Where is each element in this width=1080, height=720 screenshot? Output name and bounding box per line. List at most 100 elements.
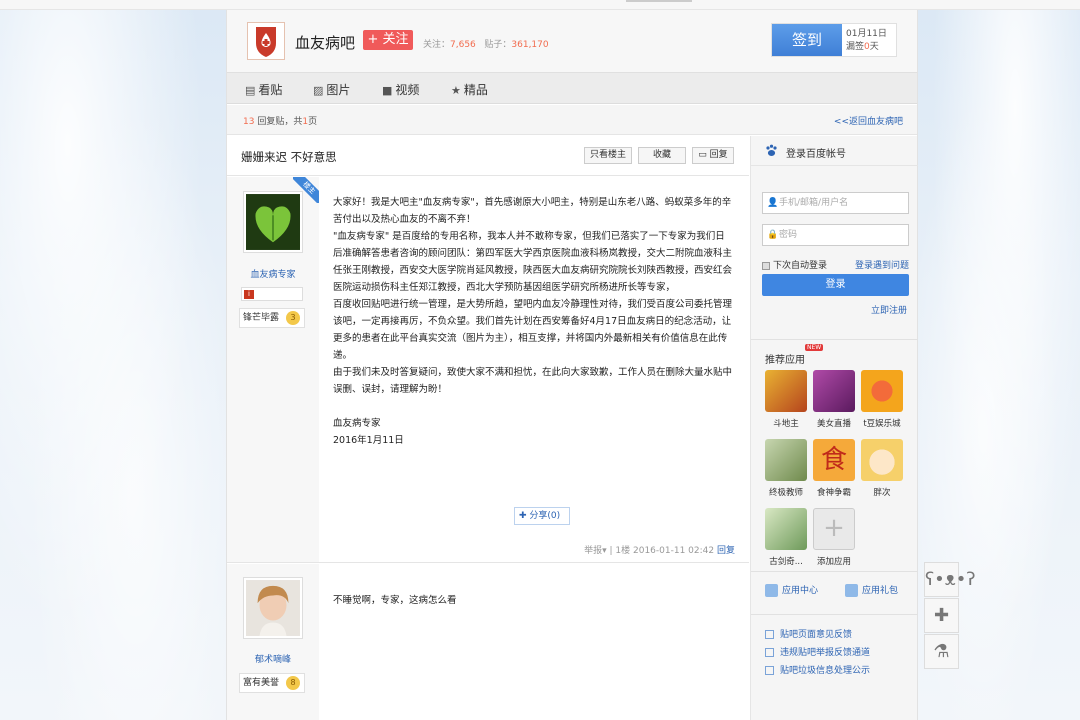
auto-login-checkbox[interactable]: 下次自动登录 <box>762 258 827 271</box>
forum-logo[interactable] <box>247 22 285 60</box>
video-icon: ■ <box>382 84 393 97</box>
panci-icon <box>861 439 903 481</box>
posts-label: 贴子： <box>484 40 512 50</box>
app-center-link[interactable]: 应用中心 <box>765 583 818 597</box>
app-gift-link[interactable]: 应用礼包 <box>845 583 898 597</box>
post-signature: 血友病专家 <box>333 418 381 429</box>
forum-nav: ▤ 看贴 ▨ 图片 ■ 视频 ★ 精品 <box>227 72 917 104</box>
forum-name[interactable]: 血友病吧 <box>295 32 355 53</box>
post-floor-1: 楼主 血友病专家 i 锋芒毕露 3 大家好！我是大吧主"血友病专家"，首先感谢原大… <box>227 177 749 563</box>
app-beauty-live[interactable]: 美女直播 <box>812 370 856 429</box>
rank-label: 富有美誉 <box>243 678 280 688</box>
post-author-name[interactable]: 郁术嘀峰 <box>227 652 319 665</box>
sword-legend-icon <box>765 508 807 550</box>
report-link[interactable]: 举报 <box>584 546 602 556</box>
beauty-live-icon <box>813 370 855 412</box>
reply-count: 13 <box>243 117 255 127</box>
checkbox-box <box>762 261 770 270</box>
auto-login-label: 下次自动登录 <box>773 261 828 271</box>
heart-leaf-avatar <box>246 194 300 250</box>
post-floor-2: 郁术嘀峰 富有美誉 8 不睡觉啊，专家，这病怎么看 <box>227 564 749 720</box>
app-label: 添加应用 <box>816 557 851 567</box>
rank-label: 锋芒毕露 <box>243 313 280 323</box>
password-field[interactable]: 🔒 密码 <box>762 224 909 246</box>
new-tag: NEW <box>805 344 824 351</box>
post-reply-link[interactable]: 回复 <box>717 546 735 556</box>
nav-label: 看贴 <box>258 83 283 97</box>
signin-button[interactable]: 签到 <box>772 24 842 56</box>
share-button[interactable]: ✚ 分享(0) <box>514 507 570 525</box>
feedback-label: 贴吧页面意见反馈 <box>780 630 853 640</box>
edit-icon <box>765 630 774 639</box>
nav-tab-posts[interactable]: ▤ 看贴 <box>245 81 282 98</box>
app-tdou-casino[interactable]: t豆娱乐城 <box>860 370 904 429</box>
nav-tab-videos[interactable]: ■ 视频 <box>382 81 419 98</box>
only-owner-button[interactable]: 只看楼主 <box>584 147 632 164</box>
nav-tab-images[interactable]: ▨ 图片 <box>313 81 350 98</box>
level-tag: i <box>244 290 254 299</box>
follow-button[interactable]: + 关注 <box>363 30 413 50</box>
password-placeholder: 密码 <box>779 230 798 240</box>
login-problem-link[interactable]: 登录遇到问题 <box>855 258 909 271</box>
reply-button[interactable]: ▭ 回复 <box>692 147 734 164</box>
feedback-link[interactable]: 贴吧页面意见反馈 <box>765 627 852 640</box>
user-rank-badge[interactable]: 富有美誉 8 <box>239 673 305 693</box>
floor-number: 1楼 <box>615 546 631 556</box>
spam-notice-link[interactable]: 贴吧垃圾信息处理公示 <box>765 663 870 676</box>
flask-icon[interactable]: ⚗ <box>924 634 959 669</box>
doudizhu-icon <box>765 370 807 412</box>
divider <box>751 614 918 615</box>
app-panci[interactable]: 胖次 <box>860 439 904 498</box>
user-icon: 👤 <box>767 198 779 208</box>
app-food-god[interactable]: 食食神争霸 <box>812 439 856 498</box>
avatar[interactable] <box>243 191 303 253</box>
add-app-button[interactable]: + 添加应用 <box>812 508 856 567</box>
app-label: t豆娱乐城 <box>863 419 901 429</box>
signin-panel: 签到 01月11日 漏签0天 <box>771 23 897 57</box>
forum-header: 血友病吧 + 关注 关注：7,656 贴子：361,170 签到 01月11日 … <box>227 10 917 72</box>
phone-icon <box>765 648 774 657</box>
app-ultimate-teacher[interactable]: 终极教师 <box>764 439 808 498</box>
back-to-forum-link[interactable]: <<返回血友病吧 <box>834 114 903 127</box>
reply-label: 回复 <box>709 150 728 160</box>
bear-icon[interactable]: ʕ•ᴥ•ʔ <box>924 562 976 597</box>
divider <box>751 339 918 340</box>
plus-icon[interactable]: ✚ <box>924 598 959 633</box>
rank-level-icon: 8 <box>286 676 300 690</box>
followers-label: 关注： <box>423 40 451 50</box>
login-button[interactable]: 登录 <box>762 274 909 296</box>
post-content: 不睡觉啊，专家，这病怎么看 <box>333 592 733 609</box>
nav-tab-featured[interactable]: ★ 精品 <box>451 81 488 98</box>
post-paragraph: 不睡觉啊，专家，这病怎么看 <box>333 595 457 606</box>
report-channel-link[interactable]: 违规贴吧举报反馈通道 <box>765 645 870 658</box>
background-cloud-left <box>0 0 226 720</box>
tdou-icon <box>861 370 903 412</box>
app-gift-label: 应用礼包 <box>862 586 899 596</box>
posts-count: 361,170 <box>511 40 549 50</box>
floating-toolbar: ʕ•ᴥ•ʔ ✚ ⚗ <box>924 562 976 670</box>
avatar[interactable] <box>243 577 303 639</box>
streak-suffix: 天 <box>869 42 879 52</box>
user-level-bar: i <box>241 287 303 301</box>
register-link[interactable]: 立即注册 <box>871 303 907 316</box>
portrait-avatar <box>246 580 300 636</box>
username-field[interactable]: 👤 手机/邮箱/用户名 <box>762 192 909 214</box>
post-author-name[interactable]: 血友病专家 <box>227 267 319 280</box>
document-icon: ▤ <box>245 84 256 97</box>
baidu-paw-icon <box>766 144 777 156</box>
report-arrow-icon: ▾ <box>602 546 607 556</box>
post-date-line: 2016年1月11日 <box>333 435 404 446</box>
comment-icon: ▭ <box>698 150 710 160</box>
user-rank-badge[interactable]: 锋芒毕露 3 <box>239 308 305 328</box>
post-time: 2016-01-11 02:42 <box>633 546 715 556</box>
forum-stats: 关注：7,656 贴子：361,170 <box>423 37 549 50</box>
report-channel-label: 违规贴吧举报反馈通道 <box>780 648 871 658</box>
collect-button[interactable]: 收藏 <box>638 147 686 164</box>
username-placeholder: 手机/邮箱/用户名 <box>779 198 849 208</box>
top-strip <box>0 0 1080 10</box>
app-doudizhu[interactable]: 斗地主 <box>764 370 808 429</box>
share-plus-icon: ✚ <box>519 511 530 521</box>
signin-info: 01月11日 漏签0天 <box>846 28 887 54</box>
app-sword-legend[interactable]: 古剑奇... <box>764 508 808 567</box>
